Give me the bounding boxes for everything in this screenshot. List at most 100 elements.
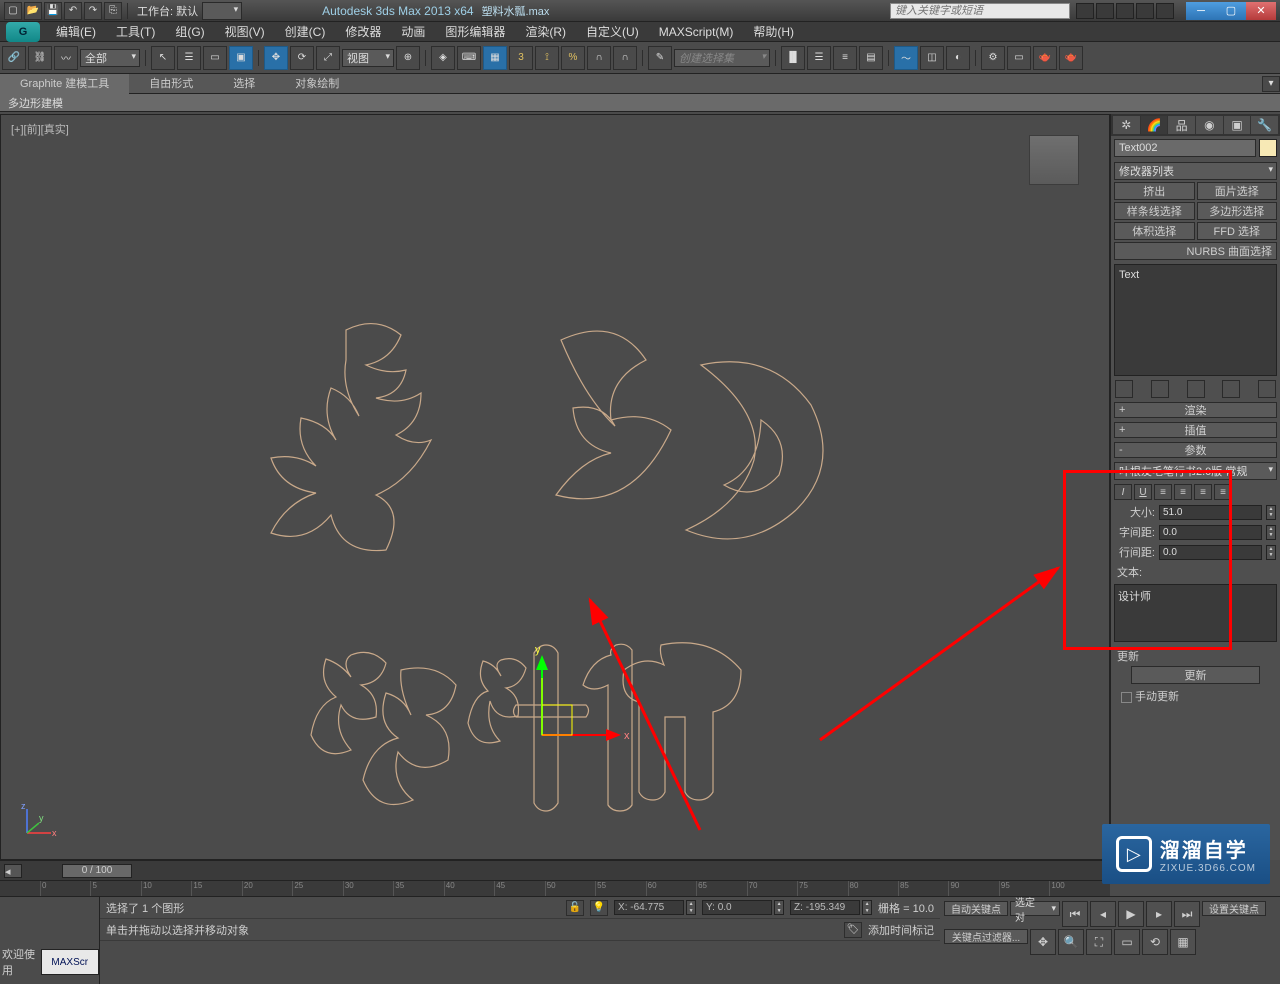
goto-end-icon[interactable]: ⏭ [1174,901,1200,927]
menu-modifiers[interactable]: 修改器 [335,22,391,42]
select-object-icon[interactable]: ↖ [151,46,175,70]
coord-y[interactable]: Y: 0.0 [702,900,772,915]
layer-manager-icon[interactable]: ▤ [859,46,883,70]
ref-coordsys-dropdown[interactable]: 视图 [342,49,394,67]
viewport-front[interactable]: [+][前][真实] [0,114,1110,860]
time-slider-knob[interactable]: 0 / 100 [62,864,132,878]
new-icon[interactable]: ▢ [4,2,22,20]
size-field[interactable]: 51.0 [1159,505,1262,520]
nav-orbit-icon[interactable]: ⟲ [1142,929,1168,955]
scale-icon[interactable]: ⤢ [316,46,340,70]
tab-create-icon[interactable]: ✲ [1113,116,1140,134]
rollup-render[interactable]: +渲染 [1114,402,1277,418]
select-link-icon[interactable]: 🔗 [2,46,26,70]
text-spline-object[interactable] [1,115,1061,855]
modbtn-polysel[interactable]: 多边形选择 [1197,202,1278,220]
redo-icon[interactable]: ↷ [84,2,102,20]
coord-x[interactable]: X: -64.775 [614,900,684,915]
ribbon-min-icon[interactable]: ▾ [1262,76,1280,92]
configure-sets-icon[interactable] [1258,380,1276,398]
tab-utilities-icon[interactable]: 🔧 [1251,116,1278,134]
lock-selection-icon[interactable]: 🔓 [566,900,584,916]
rollup-interp[interactable]: +插值 [1114,422,1277,438]
edged-faces-icon[interactable]: ∩ [587,46,611,70]
track-bar[interactable]: 0510152025303540455055606570758085909510… [0,880,1110,896]
modbtn-nurbs[interactable]: NURBS 曲面选择 [1114,242,1277,260]
modbtn-ffdsel[interactable]: FFD 选择 [1197,222,1278,240]
nav-zoom-icon[interactable]: 🔍 [1058,929,1084,955]
help-search-input[interactable] [890,3,1070,19]
tab-motion-icon[interactable]: ◉ [1196,116,1223,134]
update-button[interactable]: 更新 [1131,666,1260,684]
tab-objectpaint[interactable]: 对象绘制 [275,74,359,94]
coord-y-spinner[interactable]: ▲▼ [774,900,784,915]
close-button[interactable]: ✕ [1246,2,1276,20]
schematic-icon[interactable]: ◫ [920,46,944,70]
angle-snap-icon[interactable]: 3 [509,46,533,70]
render-icon[interactable]: 🫖 [1033,46,1057,70]
menu-grapheditors[interactable]: 图形编辑器 [435,22,515,42]
isolate-icon[interactable]: 💡 [590,900,608,916]
modbtn-patchsel[interactable]: 面片选择 [1197,182,1278,200]
edged-faces2-icon[interactable]: ∩ [613,46,637,70]
font-dropdown[interactable]: 叶根友毛笔行书2.0版 常规 [1114,462,1277,480]
manipulate-icon[interactable]: ◈ [431,46,455,70]
kerning-spinner[interactable]: ▲▼ [1266,525,1276,540]
mini-listener[interactable] [0,897,99,941]
render-setup-icon[interactable]: ⚙ [981,46,1005,70]
workspace-dropdown[interactable] [202,2,242,20]
align-right-button[interactable]: ≡ [1194,484,1212,500]
exchange-icon[interactable] [1116,3,1134,19]
keyfilters-button[interactable]: 关键点过滤器... [944,929,1028,944]
curve-editor-icon[interactable]: 〜 [894,46,918,70]
modifier-stack[interactable]: Text [1114,264,1277,376]
time-slider-prev-icon[interactable]: ◂ [4,864,22,878]
time-tag-icon[interactable]: 🏷 [844,922,862,938]
menu-customize[interactable]: 自定义(U) [576,22,649,42]
tab-freeform[interactable]: 自由形式 [129,74,213,94]
tab-selection[interactable]: 选择 [213,74,275,94]
nav-fov-icon[interactable]: ▭ [1114,929,1140,955]
percent-snap-icon[interactable]: ⟟ [535,46,559,70]
rollup-params[interactable]: -参数 [1114,442,1277,458]
menu-edit[interactable]: 编辑(E) [46,22,106,42]
mirror-icon[interactable]: ▐▌ [781,46,805,70]
selection-filter-dropdown[interactable]: 全部 [80,49,140,67]
remove-mod-icon[interactable] [1222,380,1240,398]
align-justify-button[interactable]: ≡ [1214,484,1232,500]
tab-display-icon[interactable]: ▣ [1224,116,1251,134]
search-go-icon[interactable] [1076,3,1094,19]
select-rect-icon[interactable]: ▭ [203,46,227,70]
modbtn-volsel[interactable]: 体积选择 [1114,222,1195,240]
kerning-field[interactable]: 0.0 [1159,525,1262,540]
align-left-button[interactable]: ≡ [1154,484,1172,500]
minimize-button[interactable]: ─ [1186,2,1216,20]
pivot-center-icon[interactable]: ⊕ [396,46,420,70]
unlink-icon[interactable]: ⛓ [28,46,52,70]
modbtn-extrude[interactable]: 挤出 [1114,182,1195,200]
stack-item-text[interactable]: Text [1119,269,1139,281]
layers-icon[interactable]: ≡ [833,46,857,70]
keyboard-shortcut-icon[interactable]: ⌨ [457,46,481,70]
object-name-field[interactable]: Text002 [1114,139,1256,157]
window-crossing-icon[interactable]: ▣ [229,46,253,70]
render-prod-icon[interactable]: 🫖 [1059,46,1083,70]
nav-maximize-icon[interactable]: ▦ [1170,929,1196,955]
modbtn-splinesel[interactable]: 样条线选择 [1114,202,1195,220]
menu-help[interactable]: 帮助(H) [743,22,804,42]
menu-views[interactable]: 视图(V) [215,22,275,42]
coord-z-spinner[interactable]: ▲▼ [862,900,872,915]
add-time-tag[interactable]: 添加时间标记 [868,922,934,938]
keymode-dropdown[interactable]: 选定对 [1010,901,1060,916]
play-icon[interactable]: ▶ [1118,901,1144,927]
snap-toggle-icon[interactable]: ▦ [483,46,507,70]
bind-spacewarp-icon[interactable]: 〰 [54,46,78,70]
size-spinner[interactable]: ▲▼ [1266,505,1276,520]
subscription-icon[interactable] [1096,3,1114,19]
menu-tools[interactable]: 工具(T) [106,22,165,42]
make-unique-icon[interactable] [1187,380,1205,398]
menu-group[interactable]: 组(G) [165,22,214,42]
rotate-icon[interactable]: ⟳ [290,46,314,70]
menu-animation[interactable]: 动画 [391,22,435,42]
tab-hierarchy-icon[interactable]: 品 [1168,116,1195,134]
